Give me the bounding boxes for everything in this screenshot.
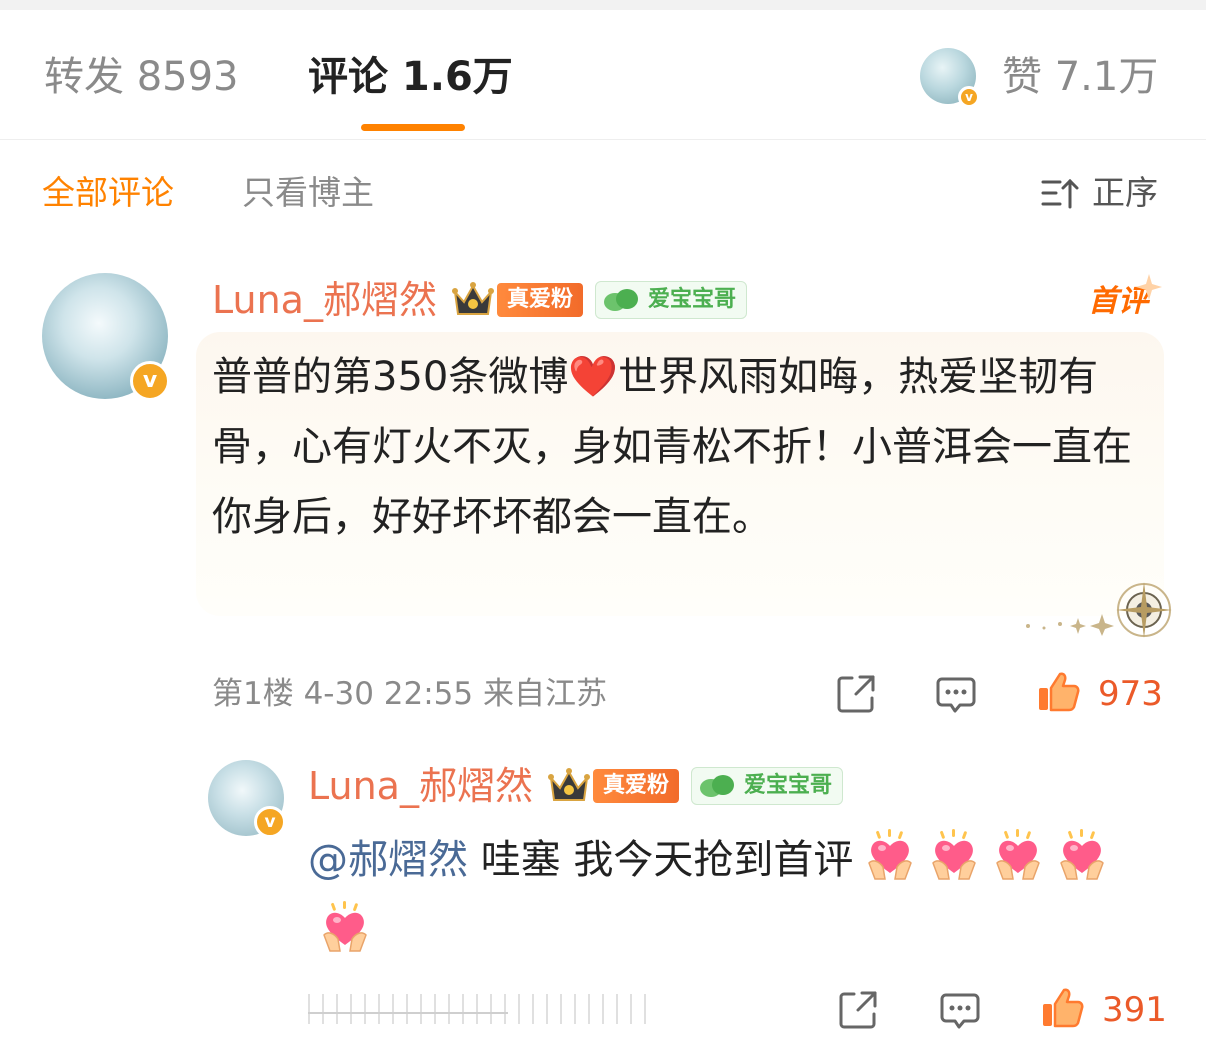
crown-icon — [451, 282, 494, 315]
heart-hands-icon — [996, 829, 1041, 880]
tab-comment[interactable]: 评论 1.6万 — [308, 50, 513, 104]
group-badge-label: 爱宝宝哥 — [647, 287, 736, 312]
crown-icon — [547, 768, 590, 801]
compass-icon — [1116, 582, 1172, 638]
reply-text-body: 哇塞 我今天抢到首评 — [468, 837, 854, 883]
avatar[interactable]: v — [42, 273, 170, 401]
verified-badge-icon: v — [958, 86, 980, 108]
share-icon[interactable] — [834, 672, 878, 716]
mention-link[interactable]: @郝熠然 — [308, 837, 468, 883]
reply-like-count: 391 — [1102, 990, 1167, 1030]
leaf-icon — [699, 775, 734, 797]
status-strip — [0, 0, 1206, 10]
fan-badge: 真爱粉 — [592, 769, 679, 803]
heart-hands-icon — [323, 901, 367, 952]
comment-text-part1: 普普的第350条微博 — [212, 354, 569, 400]
active-tab-indicator — [361, 124, 465, 131]
like-avatar[interactable]: v — [920, 48, 980, 108]
reply-text: @郝熠然 哇塞 我今天抢到首评 — [308, 824, 1168, 968]
reply-username[interactable]: Luna_郝熠然 — [308, 760, 533, 812]
share-icon[interactable] — [836, 988, 880, 1032]
heart-hands-icon — [932, 829, 977, 880]
comment-text: 普普的第350条微博❤️世界风雨如晦，热爱坚韧有骨，心有灯火不灭，身如青松不折！… — [212, 342, 1152, 552]
group-badge[interactable]: 爱宝宝哥 — [594, 281, 747, 319]
sort-button[interactable]: 正序 — [1040, 170, 1158, 216]
username[interactable]: Luna_郝熠然 — [212, 274, 437, 326]
thumbs-up-icon[interactable] — [1040, 986, 1084, 1030]
comment-icon[interactable] — [938, 988, 982, 1032]
heart-hands-icon — [1060, 829, 1105, 880]
filter-all-comments[interactable]: 全部评论 — [42, 170, 174, 216]
reply-avatar[interactable]: v — [208, 760, 286, 838]
tab-forward[interactable]: 转发 8593 — [44, 50, 239, 104]
tab-likes[interactable]: 赞 7.1万 — [1002, 50, 1158, 104]
sort-label: 正序 — [1092, 173, 1158, 212]
leaf-icon — [603, 289, 638, 311]
group-badge[interactable]: 爱宝宝哥 — [690, 767, 843, 805]
comment-meta: 第1楼 4-30 22:55 来自江苏 — [212, 676, 607, 712]
star-icon — [1136, 274, 1162, 300]
verified-badge-icon: v — [254, 806, 286, 838]
collapsed-content-strip — [308, 994, 648, 1024]
divider — [308, 1012, 508, 1014]
red-heart-icon: ❤️ — [568, 354, 619, 400]
sparkle-decoration — [1026, 614, 1114, 636]
comment-icon[interactable] — [934, 672, 978, 716]
reply-header: Luna_郝熠然 真爱粉 爱宝宝哥 — [308, 760, 843, 812]
sort-icon — [1041, 178, 1079, 209]
filter-owner-only[interactable]: 只看博主 — [242, 170, 374, 216]
verified-badge-icon: v — [130, 361, 170, 401]
tab-bar: 转发 8593 评论 1.6万 v 赞 7.1万 — [0, 10, 1206, 140]
fan-badge: 真爱粉 — [496, 283, 583, 317]
thumbs-up-icon[interactable] — [1036, 670, 1080, 714]
comment-header: Luna_郝熠然 真爱粉 爱宝宝哥 — [212, 274, 747, 326]
heart-hands-icon — [868, 829, 913, 880]
like-count: 973 — [1098, 674, 1163, 714]
group-badge-label: 爱宝宝哥 — [743, 773, 832, 798]
